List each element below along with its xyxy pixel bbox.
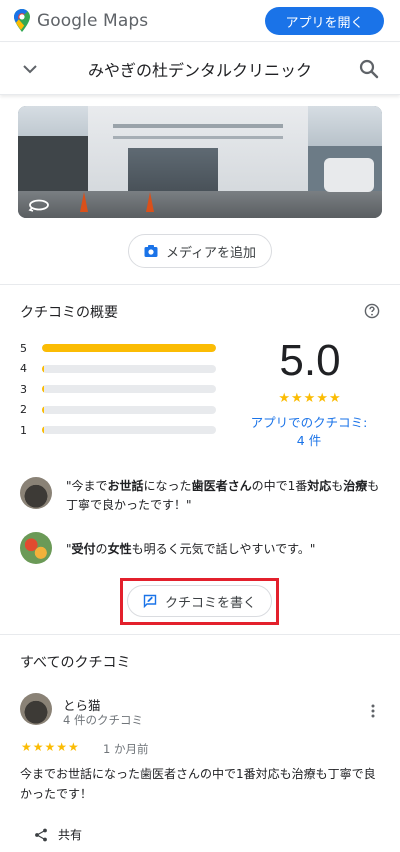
average-rating-stars: ★★★★★ xyxy=(278,391,342,406)
rating-bar-track xyxy=(42,426,216,434)
section-divider xyxy=(0,634,400,635)
rating-bar-track xyxy=(42,405,216,414)
rating-bar-label: 1 xyxy=(20,423,27,437)
snippet-fragment: も明るく元気で話しやすいです。" xyxy=(131,542,316,556)
snippet-fragment: になった xyxy=(143,479,192,493)
review-stars: ★★★★★ xyxy=(21,740,80,754)
rating-bar-fill xyxy=(42,364,44,373)
avatar xyxy=(20,532,52,564)
photo-car xyxy=(324,158,374,192)
rating-bar-3: 3 xyxy=(20,382,216,396)
rating-bar-2: 2 xyxy=(20,403,216,417)
google-maps-logo[interactable]: Google Maps xyxy=(14,9,148,32)
share-icon xyxy=(35,828,47,841)
rating-bar-4: 4 xyxy=(20,362,216,376)
photo-window-row xyxy=(113,124,283,128)
snippet-keyword: 対応 xyxy=(307,479,332,493)
rating-bar-fill xyxy=(42,426,44,434)
rating-bar-fill xyxy=(42,405,44,414)
rating-bar-fill xyxy=(42,344,216,352)
write-review-label: クチコミを書く xyxy=(164,594,256,610)
photo-shadow xyxy=(18,136,88,196)
rating-bar-fill xyxy=(42,385,44,393)
add-media-label: メディアを追加 xyxy=(165,244,257,260)
avatar xyxy=(20,477,52,509)
snippet-keyword: 歯医者さん xyxy=(191,479,252,493)
avatar[interactable] xyxy=(20,693,52,725)
snippet-text: "今までお世話になった歯医者さんの中で1番対応も治療も丁寧で良かったです！" xyxy=(66,477,390,515)
snippet-fragment: の中で1番 xyxy=(251,479,308,493)
average-rating: 5.0 xyxy=(279,336,341,385)
author-review-count: 4 件のクチコミ xyxy=(63,713,143,727)
open-app-button[interactable]: アプリを開く xyxy=(265,7,384,35)
snippet-keyword: お世話 xyxy=(107,479,144,493)
snippet-text: "受付の女性も明るく元気で話しやすいです。" xyxy=(66,532,315,564)
share-button[interactable]: 共有 xyxy=(34,826,82,843)
section-divider xyxy=(0,284,400,285)
chevron-down-icon[interactable] xyxy=(20,59,40,79)
place-title: みやぎの杜デンタルクリニック xyxy=(87,61,312,80)
rating-bar-label: 4 xyxy=(20,362,27,375)
review-date: 1 か月前 xyxy=(103,742,149,756)
rating-bar-label: 3 xyxy=(20,382,27,396)
all-reviews-title: すべてのクチコミ xyxy=(20,655,131,671)
review-text: 今までお世話になった歯医者さんの中で1番対応も治療も丁寧で良かったです！ xyxy=(20,767,376,801)
share-label: 共有 xyxy=(58,828,83,842)
review-snippet[interactable]: "受付の女性も明るく元気で話しやすいです。" xyxy=(20,532,390,564)
rating-bar-label: 5 xyxy=(20,341,27,355)
top-app-bar: Google Maps アプリを開く xyxy=(0,0,400,42)
camera-icon xyxy=(144,245,158,257)
search-icon[interactable] xyxy=(358,58,380,80)
photo-window-row xyxy=(113,136,283,139)
rating-bar-track xyxy=(42,364,216,373)
rating-bar-label: 2 xyxy=(20,403,27,416)
more-vert-icon[interactable] xyxy=(370,703,376,719)
add-media-button[interactable]: メディアを追加 xyxy=(128,234,272,268)
snippet-keyword: 女性 xyxy=(107,542,132,556)
review-snippet[interactable]: "今までお世話になった歯医者さんの中で1番対応も治療も丁寧で良かったです！" xyxy=(20,477,390,515)
write-review-button[interactable]: クチコミを書く xyxy=(127,585,272,617)
place-header: みやぎの杜デンタルクリニック xyxy=(0,43,400,95)
rating-bar-1: 1 xyxy=(20,423,216,437)
rating-bar-5: 5 xyxy=(20,341,216,355)
logo-text: Google Maps xyxy=(37,10,149,31)
maps-pin-icon xyxy=(14,9,30,32)
street-view-360-icon[interactable] xyxy=(28,198,50,212)
photo-road xyxy=(18,191,382,218)
snippet-fragment: も xyxy=(331,479,344,493)
rate-review-icon xyxy=(143,594,157,608)
snippet-fragment: "今まで xyxy=(66,479,108,493)
app-reviews-link[interactable]: アプリでのクチコミ: 4 件 xyxy=(250,414,368,450)
snippet-fragment: の xyxy=(95,542,108,556)
snippet-keyword: 受付 xyxy=(71,542,96,556)
snippet-keyword: 治療 xyxy=(343,479,368,493)
help-icon[interactable] xyxy=(364,303,380,319)
rating-bar-track xyxy=(42,385,216,393)
place-photo[interactable] xyxy=(18,106,382,218)
rating-bar-track xyxy=(42,344,216,352)
reviews-summary-title: クチコミの概要 xyxy=(20,305,118,321)
review-header: とら猫 4 件のクチコミ xyxy=(20,693,380,729)
